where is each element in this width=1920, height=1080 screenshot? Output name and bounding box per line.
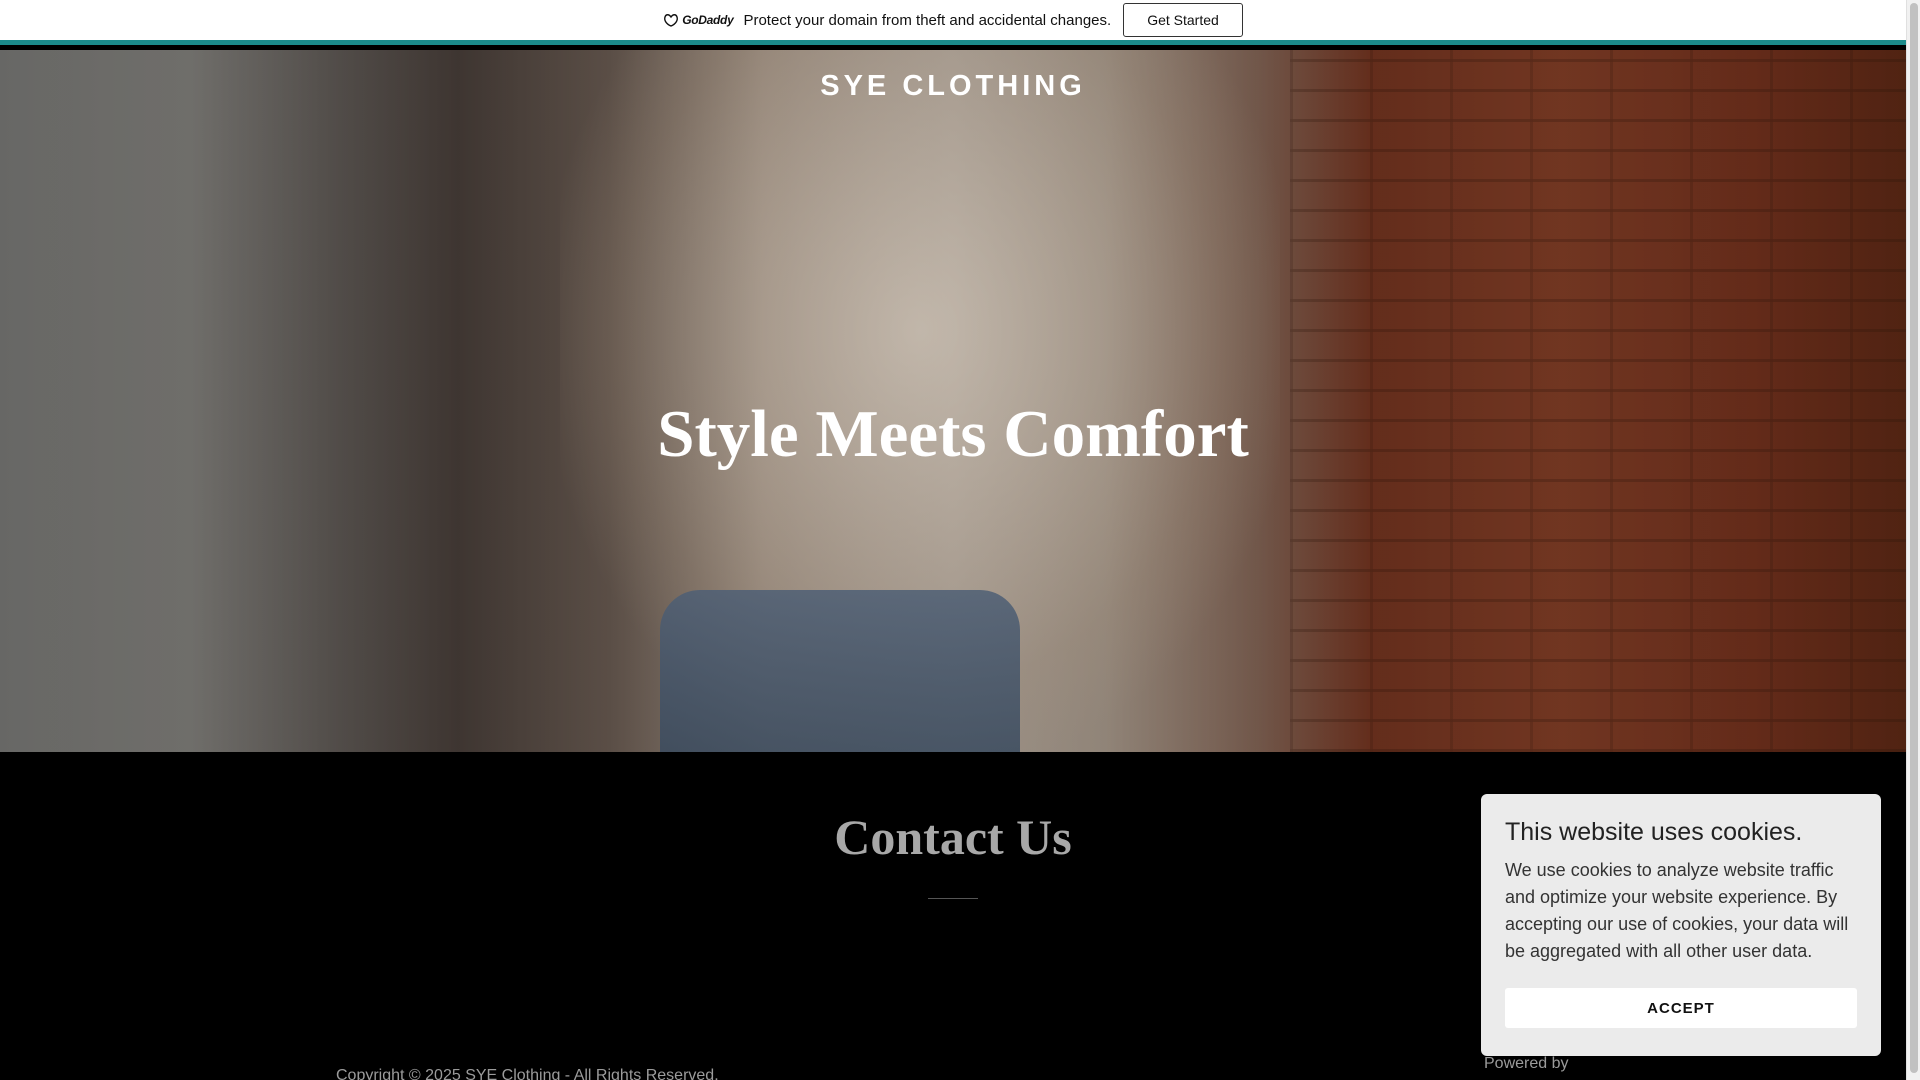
cookie-dialog-body: We use cookies to analyze website traffi…	[1505, 860, 1849, 961]
promo-banner: GoDaddy Protect your domain from theft a…	[0, 0, 1906, 45]
scrollbar-thumb[interactable]	[1910, 3, 1918, 1073]
godaddy-logo-icon	[664, 14, 679, 27]
footer-copyright: Copyright © 2025 SYE Clothing - All Righ…	[336, 1067, 719, 1080]
site-brand-title[interactable]: SYE CLOTHING	[0, 70, 1906, 103]
godaddy-logo: GoDaddy	[663, 13, 734, 27]
section-divider	[928, 898, 978, 899]
cookie-dialog-title: This website uses cookies.	[1505, 818, 1803, 846]
footer-powered-by: Powered by	[1484, 1055, 1569, 1072]
cookie-consent-dialog: This website uses cookies. We use cookie…	[1481, 794, 1881, 1056]
hero-image-jeans	[660, 590, 1020, 752]
hero-headline: Style Meets Comfort	[657, 397, 1249, 471]
page-scrollbar[interactable]	[1906, 0, 1920, 1080]
get-started-button[interactable]: Get Started	[1123, 3, 1243, 37]
promo-message: Protect your domain from theft and accid…	[743, 11, 1112, 29]
accept-cookies-button[interactable]: ACCEPT	[1505, 988, 1857, 1028]
hero-section: SYE CLOTHING Style Meets Comfort	[0, 50, 1906, 752]
godaddy-logo-text: GoDaddy	[682, 13, 734, 27]
